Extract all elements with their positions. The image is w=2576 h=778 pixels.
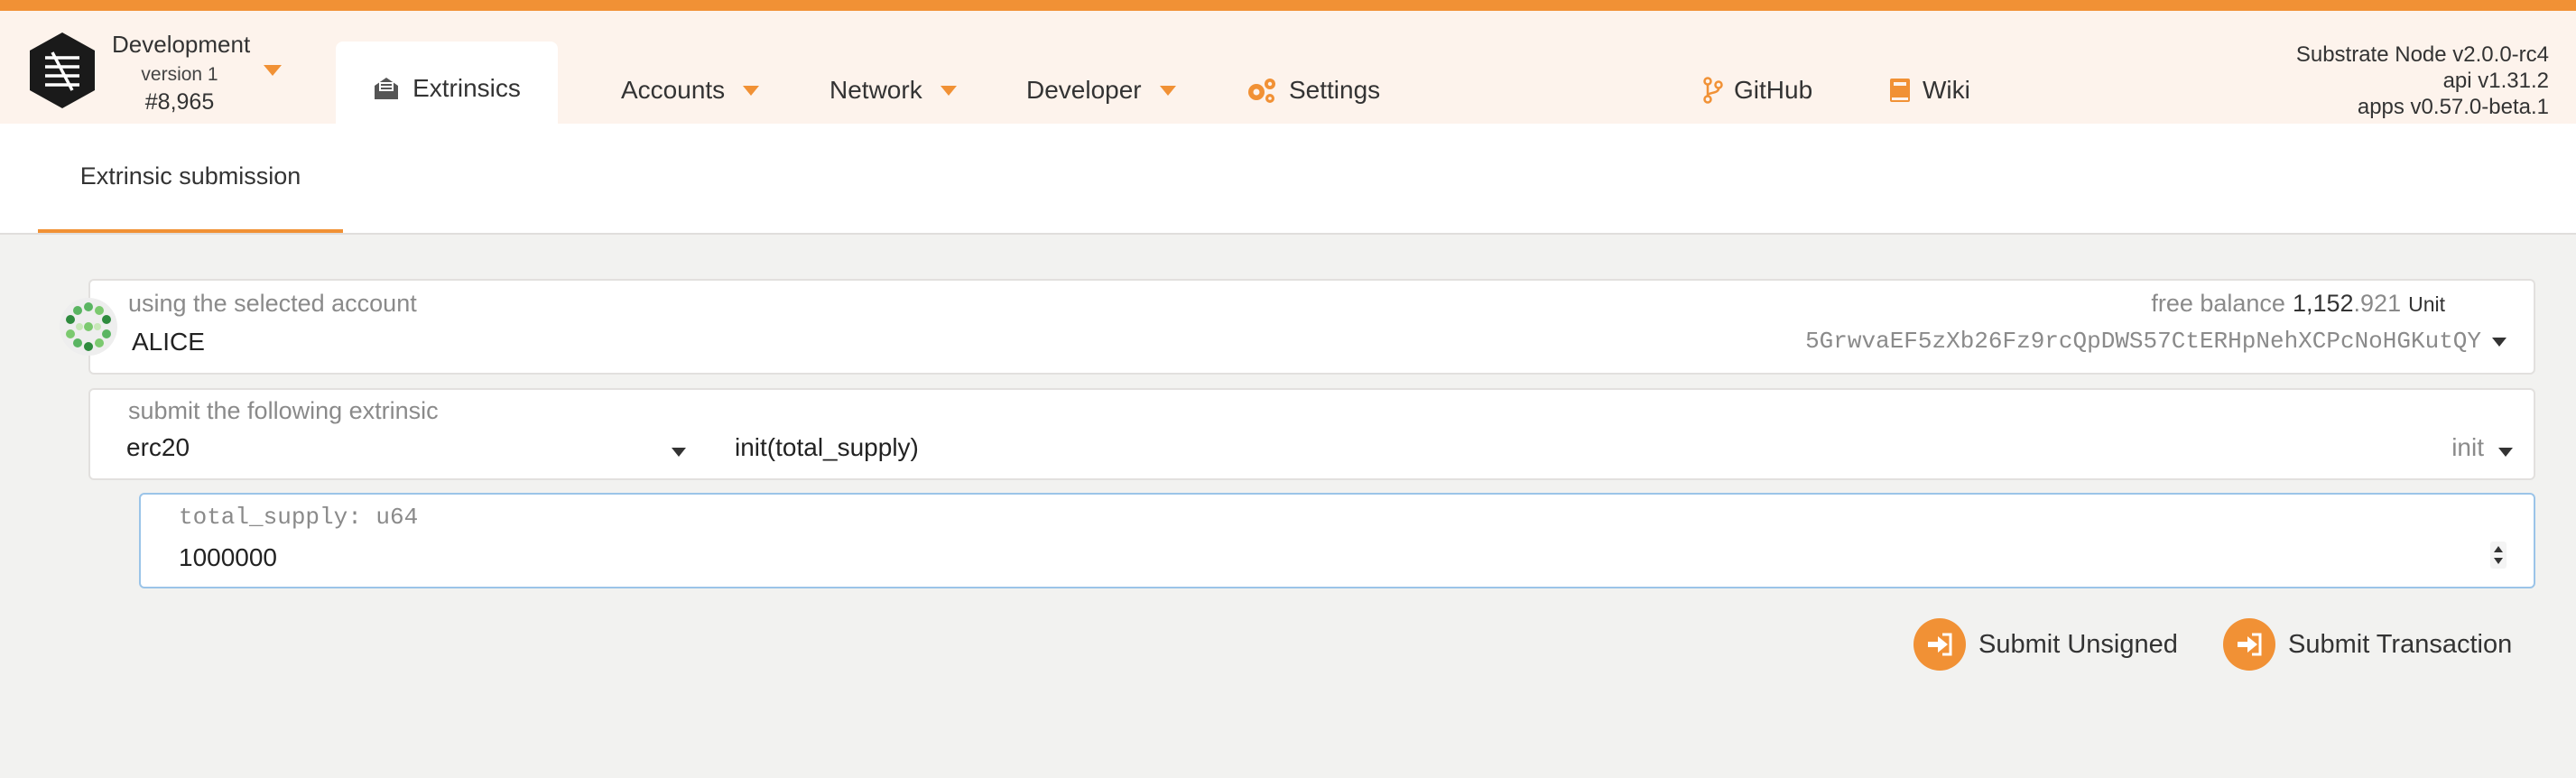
param-total-supply: total_supply: u64 1000000	[139, 493, 2535, 588]
chain-info[interactable]: Development version 1 #8,965	[112, 31, 256, 116]
tab-extrinsics[interactable]: Extrinsics	[336, 42, 558, 134]
account-selector[interactable]: using the selected account ALICE free ba…	[88, 279, 2535, 375]
free-balance-label: free balance	[2151, 290, 2285, 317]
free-balance-unit: Unit	[2408, 292, 2445, 316]
sub-navigation: Extrinsic submission	[0, 124, 2576, 235]
free-balance-value: 1,152	[2292, 290, 2354, 317]
substrate-logo-icon[interactable]	[27, 31, 97, 110]
call-dropdown[interactable]: init(total_supply) init	[735, 433, 2513, 469]
best-block-number: #8,965	[144, 89, 215, 115]
code-branch-icon	[1703, 77, 1723, 104]
menu-github-label: GitHub	[1734, 76, 1813, 104]
cogs-icon	[1248, 79, 1275, 103]
envelope-open-icon	[375, 77, 399, 99]
chevron-down-icon	[2498, 448, 2513, 457]
submit-unsigned-label: Submit Unsigned	[1978, 629, 2178, 659]
param-label: total_supply: u64	[179, 504, 419, 531]
chevron-down-icon	[940, 85, 957, 96]
menu-accounts[interactable]: Accounts	[621, 76, 760, 105]
module-dropdown[interactable]: erc20	[126, 433, 686, 469]
chain-dropdown-caret-icon[interactable]	[264, 65, 282, 76]
menu-bar: Development version 1 #8,965 Extrinsics …	[0, 11, 2576, 134]
submit-transaction-label: Submit Transaction	[2288, 629, 2513, 659]
extrinsic-selector: submit the following extrinsic erc20 ini…	[88, 388, 2535, 480]
chevron-down-icon	[1159, 85, 1176, 96]
menu-accounts-label: Accounts	[621, 76, 726, 104]
free-balance-decimals: .921	[2353, 290, 2402, 317]
sign-in-icon	[2223, 618, 2275, 671]
account-address: 5GrwvaEF5zXb26Fz9rcQpDWS57CtERHpNehXCPcN…	[1805, 328, 2481, 355]
book-icon	[1890, 79, 1910, 102]
chevron-down-icon	[743, 85, 760, 96]
node-name: Substrate Node v2.0.0-rc4	[2295, 42, 2549, 67]
chain-version: version 1	[141, 64, 218, 85]
top-accent-bar	[0, 0, 2576, 11]
submit-unsigned-button[interactable]: Submit Unsigned	[1913, 617, 2178, 671]
menu-developer[interactable]: Developer	[1026, 76, 1176, 105]
tab-extrinsics-label: Extrinsics	[412, 73, 521, 102]
api-version: api v1.31.2	[2442, 69, 2549, 93]
menu-wiki[interactable]: Wiki	[1888, 76, 1970, 105]
menu-settings[interactable]: Settings	[1246, 76, 1380, 105]
chevron-down-icon	[672, 448, 686, 457]
chain-name: Development	[112, 31, 251, 58]
menu-network-label: Network	[829, 76, 922, 104]
submit-transaction-button[interactable]: Submit Transaction	[2223, 617, 2512, 671]
node-info: Substrate Node v2.0.0-rc4 api v1.31.2 ap…	[2296, 42, 2549, 120]
call-signature: init(total_supply)	[735, 433, 919, 461]
module-value: erc20	[126, 433, 190, 461]
number-spinner-icon[interactable]	[2490, 542, 2507, 569]
extrinsic-label: submit the following extrinsic	[128, 397, 439, 424]
sign-in-icon	[1913, 618, 1966, 671]
menu-developer-label: Developer	[1026, 76, 1142, 104]
apps-version: apps v0.57.0-beta.1	[2357, 95, 2549, 119]
chevron-down-icon[interactable]	[2492, 338, 2507, 347]
free-balance: free balance 1,152.921 Unit	[2151, 290, 2445, 318]
menu-network[interactable]: Network	[829, 76, 957, 105]
menu-wiki-label: Wiki	[1923, 76, 1970, 104]
menu-settings-label: Settings	[1289, 76, 1381, 104]
menu-github[interactable]: GitHub	[1703, 76, 1812, 105]
total-supply-input[interactable]: 1000000	[179, 543, 277, 572]
account-name: ALICE	[132, 328, 205, 356]
account-identicon-icon	[60, 298, 117, 356]
call-name: init	[2451, 433, 2484, 461]
tab-extrinsic-submission[interactable]: Extrinsic submission	[38, 124, 343, 233]
account-label: using the selected account	[128, 290, 417, 317]
